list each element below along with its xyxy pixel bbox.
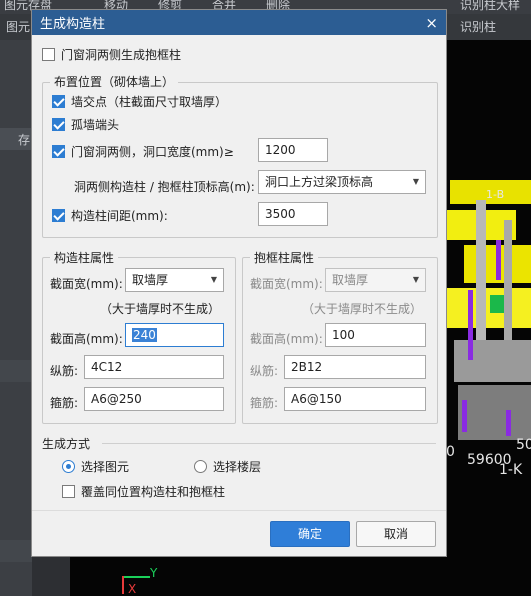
select-elements-label: 选择图元: [81, 460, 130, 474]
cc-section-height-value: 240: [132, 328, 157, 342]
axis-y-label: Y: [150, 566, 158, 580]
top-elevation-label: 洞两侧构造柱 / 抱框柱顶标高(m):: [74, 180, 255, 194]
axis-x-label: X: [128, 582, 137, 596]
select-elements-option[interactable]: 选择图元: [62, 458, 129, 475]
column-spacing-checkbox[interactable]: [52, 209, 65, 222]
cc-section-height-label: 截面高(mm):: [50, 332, 123, 346]
isolated-wall-end-checkbox[interactable]: [52, 118, 65, 131]
recognize-column-detail-tool[interactable]: 识别柱大样: [460, 0, 520, 13]
frame-column-title: 抱框柱属性: [250, 249, 319, 266]
top-elevation-select[interactable]: 洞口上方过梁顶标高 ▼: [258, 170, 426, 194]
cc-note: （大于墙厚时不生成）: [100, 302, 221, 316]
isolated-wall-end-option[interactable]: 孤墙端头: [52, 116, 119, 133]
3d-viewport[interactable]: [446, 40, 531, 596]
left-panel-label: 存: [18, 133, 31, 147]
fc-section-height-label: 截面高(mm):: [250, 332, 323, 346]
overwrite-checkbox[interactable]: [62, 485, 75, 498]
close-icon[interactable]: ×: [425, 14, 438, 32]
cc-section-width-label: 截面宽(mm):: [50, 277, 123, 291]
select-floors-option[interactable]: 选择楼层: [194, 458, 261, 475]
fc-longitudinal-label: 纵筋:: [250, 364, 279, 378]
wall-intersection-checkbox[interactable]: [52, 95, 65, 108]
dialog-title: 生成构造柱: [40, 17, 106, 32]
column-spacing-input[interactable]: 3500: [258, 202, 328, 226]
wall-intersection-label: 墙交点（柱截面尺寸取墙厚）: [71, 95, 228, 109]
chevron-down-icon: ▼: [210, 275, 217, 284]
axis-label-1b: 1-B: [486, 188, 505, 201]
generation-mode-divider: [102, 443, 436, 444]
column-spacing-label: 构造柱间距(mm):: [71, 209, 168, 223]
dialog-title-bar[interactable]: 生成构造柱 ×: [32, 10, 446, 35]
fc-longitudinal-input[interactable]: 2B12: [284, 355, 426, 379]
cc-section-width-select[interactable]: 取墙厚 ▼: [125, 268, 224, 292]
fc-section-width-select[interactable]: 取墙厚 ▼: [325, 268, 426, 292]
footer-divider: [32, 510, 446, 511]
generate-constructional-column-dialog: 生成构造柱 × 门窗洞两侧生成抱框柱 布置位置（砌体墙上） 墙交点（柱截面尺寸取…: [32, 10, 446, 556]
select-floors-radio[interactable]: [194, 460, 207, 473]
element-tab[interactable]: 图元: [6, 18, 30, 35]
cc-stirrup-input[interactable]: A6@250: [84, 387, 224, 411]
fc-section-height-input[interactable]: 100: [325, 323, 426, 347]
fc-stirrup-input[interactable]: A6@150: [284, 387, 426, 411]
top-elevation-value: 洞口上方过梁顶标高: [265, 175, 374, 189]
axis-gizmo: Y X: [118, 566, 158, 596]
cancel-button[interactable]: 取消: [356, 521, 436, 547]
axis-label-1k: 1-K: [499, 462, 523, 478]
isolated-wall-end-label: 孤墙端头: [71, 118, 120, 132]
fc-section-width-value: 取墙厚: [332, 273, 369, 287]
dimension-label-2: 50: [516, 437, 531, 453]
cc-longitudinal-input[interactable]: 4C12: [84, 355, 224, 379]
column-spacing-option[interactable]: 构造柱间距(mm):: [52, 207, 168, 224]
select-floors-label: 选择楼层: [213, 460, 262, 474]
door-window-frame-option[interactable]: 门窗洞两侧生成抱框柱: [42, 46, 181, 63]
opening-width-input[interactable]: 1200: [258, 138, 328, 162]
door-window-frame-checkbox[interactable]: [42, 48, 55, 61]
wall-intersection-option[interactable]: 墙交点（柱截面尺寸取墙厚）: [52, 93, 227, 110]
dimension-label-3: 0: [446, 444, 455, 460]
cc-section-width-value: 取墙厚: [132, 273, 169, 287]
select-elements-radio[interactable]: [62, 460, 75, 473]
generation-mode-title: 生成方式: [42, 437, 91, 451]
fc-section-width-label: 截面宽(mm):: [250, 277, 323, 291]
cc-longitudinal-label: 纵筋:: [50, 364, 79, 378]
chevron-down-icon: ▼: [412, 177, 419, 186]
placement-group-title: 布置位置（砌体墙上）: [50, 73, 179, 90]
fc-stirrup-label: 箍筋:: [250, 396, 279, 410]
door-window-sides-option[interactable]: 门窗洞两侧，洞口宽度(mm)≥: [52, 143, 234, 160]
fc-note: （大于墙厚时不生成）: [302, 302, 423, 316]
door-window-frame-label: 门窗洞两侧生成抱框柱: [61, 48, 182, 62]
constructional-column-title: 构造柱属性: [50, 249, 119, 266]
door-window-sides-label: 门窗洞两侧，洞口宽度(mm)≥: [71, 145, 234, 159]
overwrite-label: 覆盖同位置构造柱和抱框柱: [81, 485, 226, 499]
door-window-sides-checkbox[interactable]: [52, 145, 65, 158]
cc-section-height-input[interactable]: 240: [125, 323, 224, 347]
cc-stirrup-label: 箍筋:: [50, 396, 79, 410]
ok-button[interactable]: 确定: [270, 521, 350, 547]
chevron-down-icon: ▼: [412, 275, 419, 284]
overwrite-option[interactable]: 覆盖同位置构造柱和抱框柱: [62, 483, 225, 500]
recognize-column-button[interactable]: 识别柱: [460, 18, 496, 35]
left-panel: 存: [0, 40, 32, 596]
